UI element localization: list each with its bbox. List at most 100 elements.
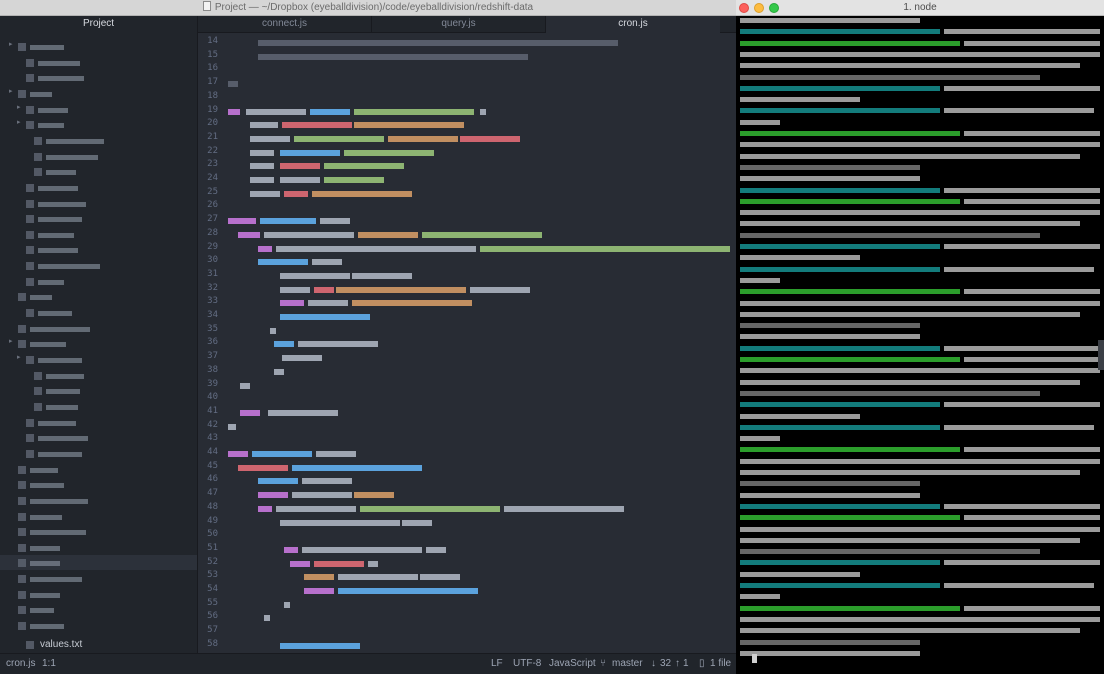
terminal-text-obscured	[740, 594, 780, 600]
editor-titlebar[interactable]: Project — ~/Dropbox (eyeballdivision)/co…	[0, 0, 736, 16]
tree-item[interactable]	[0, 602, 197, 617]
tree-item[interactable]: ▸	[0, 117, 197, 132]
code-token-obscured	[426, 546, 446, 553]
tree-item[interactable]	[0, 321, 197, 336]
terminal-text-obscured	[740, 63, 1080, 69]
tree-item[interactable]	[0, 258, 197, 273]
code-editor[interactable]	[224, 33, 736, 653]
tree-item[interactable]	[0, 540, 197, 555]
line-number-gutter: 14 15 16 17 18 19 20 21 22 23 24 25 26 27 28 29 30 31 32 33…	[198, 33, 224, 653]
tree-item[interactable]	[0, 446, 197, 461]
tree-item[interactable]	[0, 618, 197, 633]
terminal-text-obscured	[944, 108, 1094, 114]
file-icon	[18, 293, 26, 302]
tab-cron-js[interactable]: cron.js	[546, 16, 720, 33]
terminal-titlebar[interactable]: 1. node	[736, 0, 1104, 16]
tree-item[interactable]	[0, 149, 197, 164]
tree-item[interactable]	[0, 70, 197, 85]
project-tree[interactable]: ▸ ▸ ▸ ▸ ▸ ▸ values.txt	[0, 33, 198, 653]
tree-item[interactable]	[0, 211, 197, 226]
close-window-button[interactable]	[739, 3, 749, 13]
tab-query-js[interactable]: query.js	[372, 16, 546, 33]
tree-item[interactable]	[0, 430, 197, 445]
tree-item[interactable]	[0, 587, 197, 602]
status-branch[interactable]: master	[612, 654, 643, 674]
status-git-ahead[interactable]: 32	[660, 654, 671, 674]
tree-item[interactable]	[0, 227, 197, 242]
code-token-obscured	[460, 135, 520, 142]
tree-item[interactable]	[0, 555, 197, 571]
tree-item[interactable]	[0, 509, 197, 524]
tree-item[interactable]: ▸	[0, 102, 197, 117]
tree-item[interactable]	[0, 383, 197, 398]
status-cursor[interactable]: 1:1	[42, 654, 56, 674]
tree-item[interactable]	[0, 368, 197, 383]
file-icon	[18, 324, 26, 333]
tree-item[interactable]: ▸	[0, 352, 197, 367]
terminal-text-obscured	[944, 345, 1100, 351]
editor-window: Project — ~/Dropbox (eyeballdivision)/co…	[0, 0, 736, 674]
status-file[interactable]: cron.js	[6, 654, 35, 674]
folder-icon	[26, 356, 34, 364]
file-icon	[18, 496, 26, 505]
code-token-obscured	[420, 574, 460, 581]
tree-item-label-obscured	[30, 530, 86, 536]
disclosure-arrow-icon[interactable]: ▸	[17, 354, 23, 361]
tree-item[interactable]: ▸	[0, 336, 197, 351]
code-token-obscured	[228, 423, 236, 430]
status-encoding[interactable]: UTF-8	[513, 654, 541, 674]
line-number: 17	[207, 77, 218, 88]
terminal-cursor	[752, 654, 757, 663]
tab-project[interactable]: Project	[0, 16, 198, 33]
status-changed-files[interactable]: 1 file	[710, 654, 731, 674]
tree-item[interactable]	[0, 242, 197, 257]
disclosure-arrow-icon[interactable]: ▸	[17, 104, 23, 111]
line-number: 21	[207, 131, 218, 142]
disclosure-arrow-icon[interactable]: ▸	[17, 119, 23, 126]
zoom-window-button[interactable]	[769, 3, 779, 13]
terminal-text-obscured	[740, 424, 940, 430]
tree-item[interactable]	[0, 133, 197, 148]
line-number: 40	[207, 392, 218, 403]
line-number: 16	[207, 63, 218, 74]
line-number: 20	[207, 118, 218, 129]
tree-item[interactable]	[0, 196, 197, 211]
tree-item[interactable]	[0, 524, 197, 539]
status-line-ending[interactable]: LF	[491, 654, 503, 674]
code-token-obscured	[238, 231, 260, 238]
tree-item[interactable]	[0, 55, 197, 70]
disclosure-arrow-icon[interactable]: ▸	[9, 41, 15, 48]
tree-item[interactable]	[0, 180, 197, 195]
tree-item[interactable]	[0, 477, 197, 492]
status-grammar[interactable]: JavaScript	[549, 654, 596, 674]
terminal-output[interactable]	[736, 16, 1104, 674]
tree-item[interactable]	[0, 274, 197, 289]
tree-item-label-obscured	[38, 311, 72, 317]
disclosure-arrow-icon[interactable]: ▸	[9, 338, 15, 345]
tree-item[interactable]	[0, 164, 197, 179]
tree-item[interactable]	[0, 571, 197, 586]
tab-connect-js[interactable]: connect.js	[198, 16, 372, 33]
tree-item[interactable]	[0, 305, 197, 320]
disclosure-arrow-icon[interactable]: ▸	[9, 88, 15, 95]
line-number: 56	[207, 611, 218, 622]
tree-item[interactable]: ▸	[0, 86, 197, 101]
tree-item[interactable]	[0, 415, 197, 430]
minimize-window-button[interactable]	[754, 3, 764, 13]
code-token-obscured	[250, 122, 278, 129]
status-git-behind[interactable]: 1	[683, 654, 689, 674]
terminal-text-obscured	[740, 142, 1100, 148]
tree-item-label-obscured	[38, 232, 74, 238]
tree-item[interactable]	[0, 289, 197, 304]
terminal-text-obscured	[740, 153, 1080, 159]
tree-item[interactable]	[0, 399, 197, 414]
code-token-obscured	[258, 478, 298, 485]
tree-item-label-obscured	[38, 279, 64, 285]
tree-item[interactable]: ▸	[0, 39, 197, 54]
line-number: 53	[207, 570, 218, 581]
tree-item-values-txt[interactable]: values.txt	[0, 637, 197, 652]
terminal-text-obscured	[740, 311, 1080, 317]
file-icon	[26, 74, 34, 83]
tree-item[interactable]	[0, 462, 197, 477]
tree-item[interactable]	[0, 493, 197, 508]
